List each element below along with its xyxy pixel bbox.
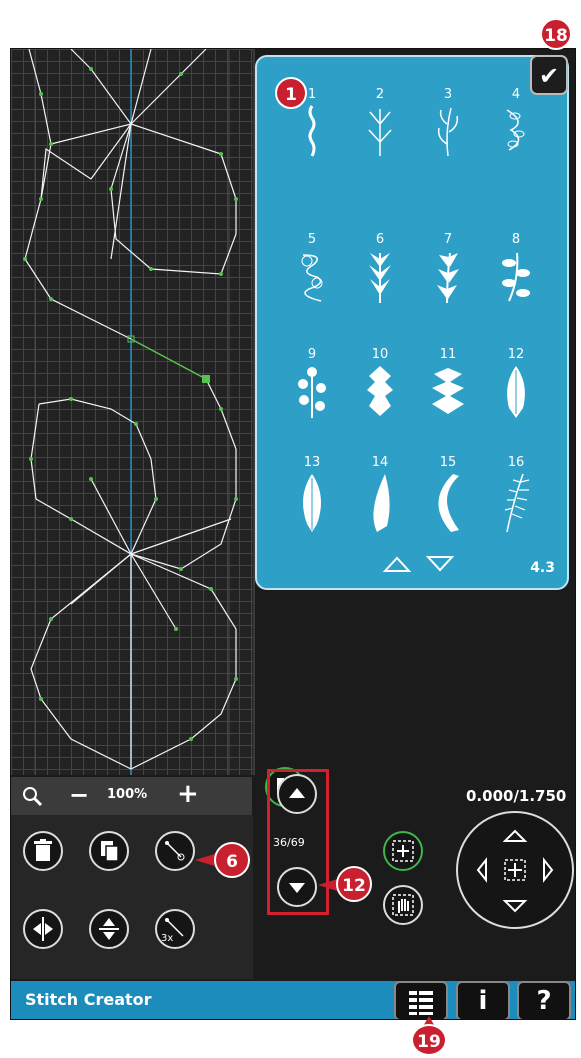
stitch-item[interactable]: 16 bbox=[486, 455, 546, 534]
stitch-canvas[interactable] bbox=[11, 49, 255, 775]
fishbone-stitch-icon bbox=[504, 473, 530, 533]
stitch-number: 12 bbox=[507, 347, 525, 362]
stitch-number: 8 bbox=[511, 232, 521, 247]
stitch-item[interactable]: 7 bbox=[418, 232, 478, 304]
screen: 1 1 2 3 4 5 6 7 8 9 10 11 12 13 14 15 16… bbox=[10, 48, 576, 1020]
vine-stitch-icon bbox=[437, 107, 459, 157]
coordinates-readout: 0.000/1.750 bbox=[466, 787, 567, 805]
stitch-number: 11 bbox=[439, 347, 457, 362]
branch-stitch-icon bbox=[368, 109, 392, 156]
stitch-item[interactable]: 8 bbox=[486, 232, 546, 304]
stitch-number: 6 bbox=[375, 232, 385, 247]
stitch-item[interactable]: 3 bbox=[418, 87, 478, 159]
direction-pad[interactable] bbox=[456, 811, 574, 929]
mirror-end-button[interactable] bbox=[89, 909, 129, 949]
feather-stitch-icon bbox=[507, 366, 525, 418]
flower-stitch-icon bbox=[367, 366, 393, 416]
straight-stitch-icon bbox=[308, 105, 316, 157]
callout-badge-19: 19 bbox=[411, 1024, 447, 1056]
triple-stitch-button[interactable]: 3x bbox=[155, 909, 195, 949]
svg-text:3x: 3x bbox=[161, 933, 173, 944]
double-leaf-stitch-icon bbox=[432, 368, 464, 414]
stitch-item[interactable]: 1 bbox=[282, 87, 342, 159]
wheat-stitch-icon bbox=[437, 252, 459, 304]
mirror-side-button[interactable] bbox=[23, 909, 63, 949]
stitch-number: 5 bbox=[307, 232, 317, 247]
stitch-item[interactable]: 15 bbox=[418, 455, 478, 534]
menu-button[interactable] bbox=[394, 981, 448, 1019]
zoom-out-button[interactable]: − bbox=[69, 781, 89, 809]
stitch-item[interactable]: 5 bbox=[282, 232, 342, 304]
delete-button[interactable] bbox=[23, 831, 63, 871]
stitch-item[interactable]: 13 bbox=[282, 455, 342, 534]
info-button[interactable]: i bbox=[456, 981, 510, 1019]
stitch-item[interactable]: 12 bbox=[486, 347, 546, 419]
center-target-icon bbox=[392, 840, 414, 862]
stitch-item[interactable]: 6 bbox=[350, 232, 410, 304]
app-title: Stitch Creator bbox=[25, 990, 152, 1009]
previous-stitch-button[interactable] bbox=[277, 774, 317, 814]
help-button[interactable]: ? bbox=[517, 981, 571, 1019]
leaf-vine-stitch-icon bbox=[506, 109, 525, 151]
stitch-number: 13 bbox=[303, 455, 321, 470]
triple-stitch-icon: 3x bbox=[161, 918, 184, 944]
pan-button[interactable] bbox=[383, 885, 423, 925]
curved-leaf-stitch-icon bbox=[373, 474, 390, 532]
trash-icon bbox=[34, 839, 52, 861]
page-up-arrow-icon[interactable] bbox=[382, 554, 412, 574]
insert-stitch-button[interactable] bbox=[155, 831, 195, 871]
stitch-item[interactable]: 2 bbox=[350, 87, 410, 159]
stitch-drawing bbox=[23, 49, 238, 775]
loop-stitch-icon bbox=[301, 254, 323, 302]
stitch-number: 2 bbox=[375, 87, 385, 102]
zoom-in-button[interactable]: + bbox=[177, 779, 199, 809]
insert-stitch-icon bbox=[165, 841, 185, 861]
stitch-item[interactable]: 4 bbox=[486, 87, 546, 154]
stitch-item[interactable]: 14 bbox=[350, 455, 410, 534]
callout-badge-12: 12 bbox=[336, 866, 372, 902]
page-down-arrow-icon[interactable] bbox=[425, 554, 455, 574]
next-stitch-button[interactable] bbox=[277, 867, 317, 907]
stitch-item[interactable]: 10 bbox=[350, 347, 410, 419]
stitch-number: 14 bbox=[371, 455, 389, 470]
ok-button[interactable]: ✔ bbox=[530, 55, 568, 95]
copy-button[interactable] bbox=[89, 831, 129, 871]
dpad-arrows-icon bbox=[476, 829, 554, 913]
stitch-counter: 36/69 bbox=[273, 836, 305, 849]
stitch-number: 9 bbox=[307, 347, 317, 362]
arrow-up-icon bbox=[289, 788, 305, 798]
stitch-number: 16 bbox=[507, 455, 525, 470]
crescent-stitch-icon bbox=[438, 474, 459, 532]
zoom-toolbar: − 100% + bbox=[11, 777, 252, 815]
sprig-stitch-icon bbox=[298, 367, 326, 418]
stitch-number: 1 bbox=[307, 87, 317, 102]
stitch-number: 3 bbox=[443, 87, 453, 102]
callout-badge-18: 18 bbox=[540, 18, 572, 50]
list-icon bbox=[409, 991, 433, 1015]
stitch-item[interactable]: 9 bbox=[282, 347, 342, 419]
footer-bar: Stitch Creator i ? bbox=[11, 981, 575, 1019]
leafy-vine-stitch-icon bbox=[502, 252, 530, 302]
magnifier-icon[interactable] bbox=[21, 785, 43, 807]
page-indicator: 4.3 bbox=[530, 560, 555, 576]
stitch-item[interactable]: 11 bbox=[418, 347, 478, 419]
plume-stitch-icon bbox=[303, 474, 321, 532]
mirror-end-icon bbox=[99, 918, 119, 940]
stitch-number: 15 bbox=[439, 455, 457, 470]
hand-icon bbox=[392, 894, 414, 916]
arrow-down-icon bbox=[289, 883, 305, 893]
tool-area: 3x bbox=[11, 815, 253, 979]
fern-stitch-icon bbox=[369, 253, 391, 303]
stitch-number: 10 bbox=[371, 347, 389, 362]
stitch-selection-panel: 1 1 2 3 4 5 6 7 8 9 10 11 12 13 14 15 16… bbox=[255, 55, 569, 590]
callout-badge-6: 6 bbox=[214, 842, 250, 878]
mirror-side-icon bbox=[33, 917, 53, 941]
copy-icon bbox=[101, 841, 119, 862]
center-view-button[interactable] bbox=[383, 831, 423, 871]
zoom-level: 100% bbox=[107, 787, 148, 802]
stitch-number: 7 bbox=[443, 232, 453, 247]
